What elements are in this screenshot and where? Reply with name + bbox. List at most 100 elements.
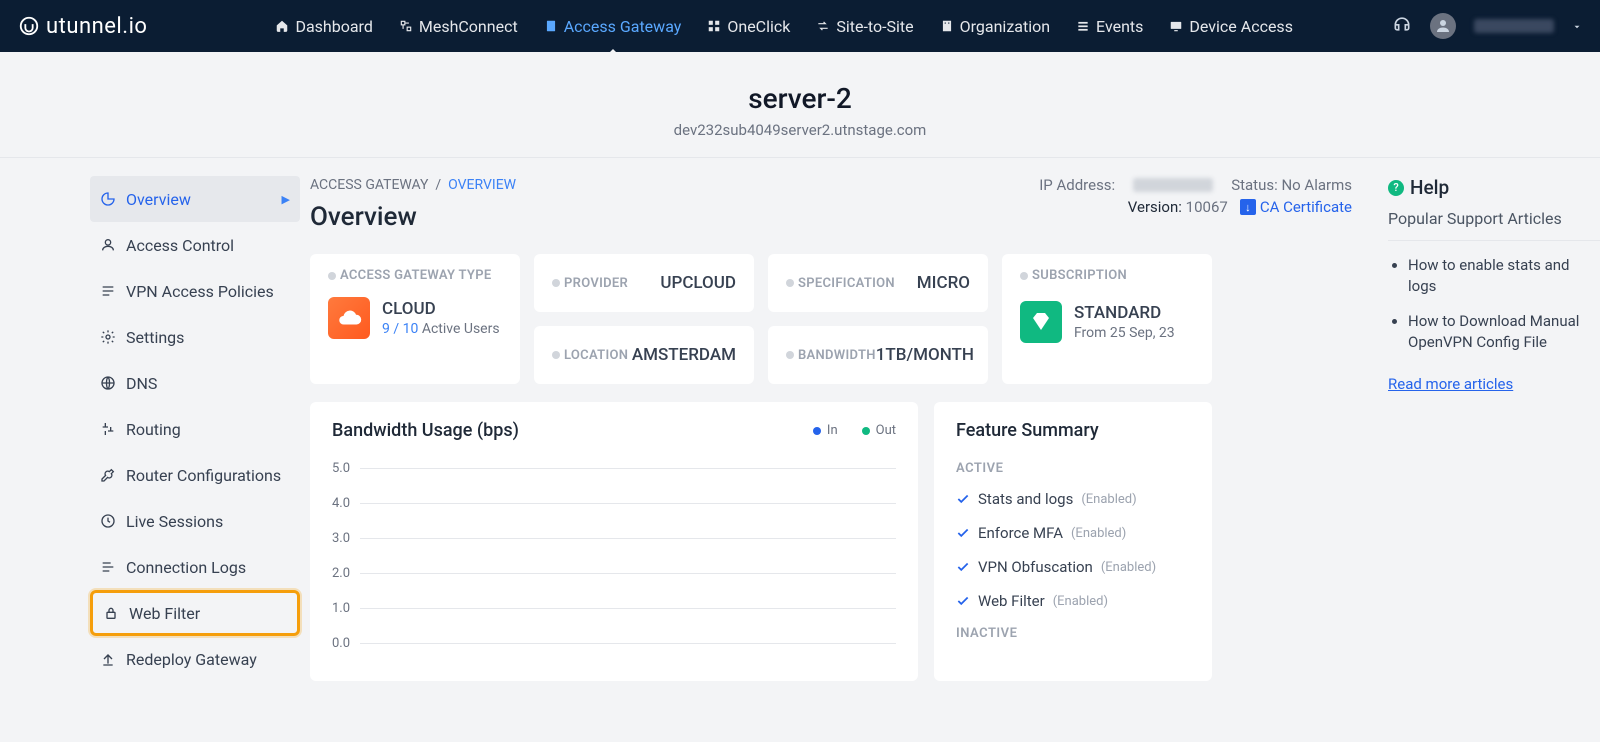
caret-right-icon: ▶ xyxy=(282,193,290,206)
bandwidth-value: 1TB/MONTH xyxy=(876,345,974,365)
feature-item-mfa: Enforce MFA (Enabled) xyxy=(956,524,1190,542)
ip-label: IP Address: xyxy=(1039,176,1115,194)
sidebar-item-live-sessions[interactable]: Live Sessions xyxy=(90,498,300,544)
status-right: IP Address: Status: No Alarms xyxy=(1039,176,1352,194)
gear-icon xyxy=(100,329,116,345)
breadcrumb-root[interactable]: ACCESS GATEWAY xyxy=(310,177,428,193)
nav-site-to-site[interactable]: Site-to-Site xyxy=(816,17,913,36)
version-label: Version: xyxy=(1128,198,1182,216)
feature-item-obfuscation: VPN Obfuscation (Enabled) xyxy=(956,558,1190,576)
nav-meshconnect[interactable]: MeshConnect xyxy=(399,17,518,36)
cards-mid-1: PROVIDERUPCLOUD LOCATIONAMSTERDAM xyxy=(534,254,754,384)
status-label: Status: xyxy=(1231,176,1278,194)
feature-summary: Feature Summary ACTIVE Stats and logs (E… xyxy=(934,402,1212,681)
sidebar-label: Redeploy Gateway xyxy=(126,650,257,669)
sidebar-label: Live Sessions xyxy=(126,512,223,531)
nav-organization-label: Organization xyxy=(960,17,1050,36)
cloud-icon xyxy=(328,297,370,339)
subscription-value: STANDARD xyxy=(1074,303,1175,323)
location-value: AMSTERDAM xyxy=(632,345,736,365)
nav-organization[interactable]: Organization xyxy=(940,17,1050,36)
policy-icon xyxy=(100,283,116,299)
pie-icon xyxy=(100,191,116,207)
help-icon: ? xyxy=(1388,180,1404,196)
sidebar-label: Connection Logs xyxy=(126,558,246,577)
help-article[interactable]: How to enable stats and logs xyxy=(1408,255,1600,297)
server-hostname: dev232sub4049server2.utnstage.com xyxy=(0,121,1600,139)
home-icon xyxy=(275,19,289,33)
card-gateway-type: ACCESS GATEWAY TYPE CLOUD 9 / 10 Active … xyxy=(310,254,520,384)
nav-dashboard[interactable]: Dashboard xyxy=(275,17,372,36)
nav-device-access[interactable]: Device Access xyxy=(1169,17,1293,36)
check-icon xyxy=(956,526,970,540)
sidebar-item-overview[interactable]: Overview ▶ xyxy=(90,176,300,222)
help-article[interactable]: How to Download Manual OpenVPN Config Fi… xyxy=(1408,311,1600,353)
card-label: SUBSCRIPTION xyxy=(1032,268,1127,283)
sidebar-item-access-control[interactable]: Access Control xyxy=(90,222,300,268)
help-read-more[interactable]: Read more articles xyxy=(1388,375,1513,393)
ip-value xyxy=(1133,178,1213,192)
card-provider: PROVIDERUPCLOUD xyxy=(534,254,754,312)
status-value: No Alarms xyxy=(1281,176,1352,194)
brand-logo[interactable]: utunnel.io xyxy=(18,14,147,39)
top-nav: utunnel.io Dashboard MeshConnect Access … xyxy=(0,0,1600,52)
page-heading: Overview xyxy=(310,202,417,232)
server-title: server-2 xyxy=(0,82,1600,115)
version-value: 10067 xyxy=(1186,198,1228,216)
brand-text: utunnel.io xyxy=(46,14,147,39)
logs-icon xyxy=(100,559,116,575)
chart-title: Bandwidth Usage (bps) xyxy=(332,420,519,441)
subscription-date: From 25 Sep, 23 xyxy=(1074,325,1175,341)
sidebar-item-router-config[interactable]: Router Configurations xyxy=(90,452,300,498)
help-panel: ?Help Popular Support Articles How to en… xyxy=(1370,176,1600,682)
sidebar-item-connection-logs[interactable]: Connection Logs xyxy=(90,544,300,590)
sidebar-item-routing[interactable]: Routing xyxy=(90,406,300,452)
main-content: ACCESS GATEWAY / OVERVIEW IP Address: St… xyxy=(300,176,1370,682)
nav-dashboard-label: Dashboard xyxy=(295,17,372,36)
info-cards: ACCESS GATEWAY TYPE CLOUD 9 / 10 Active … xyxy=(310,254,1352,384)
sidebar-item-settings[interactable]: Settings xyxy=(90,314,300,360)
sidebar-label: Access Control xyxy=(126,236,234,255)
y-tick: 1.0 xyxy=(332,601,350,616)
user-name xyxy=(1474,19,1554,33)
legend-in: In xyxy=(813,423,838,438)
monitor-icon xyxy=(1169,19,1183,33)
help-title: ?Help xyxy=(1388,176,1600,199)
ca-certificate-link[interactable]: ↓CA Certificate xyxy=(1240,198,1352,216)
sidebar-item-redeploy[interactable]: Redeploy Gateway xyxy=(90,636,300,682)
nav-oneclick-label: OneClick xyxy=(727,17,790,36)
logo-icon xyxy=(18,15,40,37)
card-label: ACCESS GATEWAY TYPE xyxy=(340,268,491,283)
pin-icon xyxy=(328,272,336,280)
nav-oneclick[interactable]: OneClick xyxy=(707,17,790,36)
swap-icon xyxy=(816,19,830,33)
topnav-right xyxy=(1392,13,1582,39)
card-subscription: SUBSCRIPTION STANDARD From 25 Sep, 23 xyxy=(1002,254,1212,384)
chart-body: 5.0 4.0 3.0 2.0 1.0 0.0 xyxy=(332,461,896,651)
nav-access-gateway[interactable]: Access Gateway xyxy=(544,17,682,36)
nav-site-to-site-label: Site-to-Site xyxy=(836,17,913,36)
card-label: SPECIFICATION xyxy=(798,276,895,291)
y-tick: 5.0 xyxy=(332,461,350,476)
bandwidth-chart: Bandwidth Usage (bps) In Out 5.0 4.0 3.0… xyxy=(310,402,918,681)
check-icon xyxy=(956,560,970,574)
help-subtitle: Popular Support Articles xyxy=(1388,209,1600,241)
chevron-down-icon[interactable] xyxy=(1572,17,1582,36)
route-icon xyxy=(100,421,116,437)
user-avatar[interactable] xyxy=(1430,13,1456,39)
headset-icon[interactable] xyxy=(1392,14,1412,38)
y-tick: 4.0 xyxy=(332,496,350,511)
feature-active-label: ACTIVE xyxy=(956,461,1190,476)
sidebar-label: DNS xyxy=(126,374,157,393)
active-users: 9 / 10 Active Users xyxy=(382,321,500,337)
check-icon xyxy=(956,594,970,608)
feature-item-webfilter: Web Filter (Enabled) xyxy=(956,592,1190,610)
diamond-icon xyxy=(1020,301,1062,343)
nav-access-gateway-label: Access Gateway xyxy=(564,17,682,36)
sidebar-item-vpn-policies[interactable]: VPN Access Policies xyxy=(90,268,300,314)
nav-events[interactable]: Events xyxy=(1076,17,1143,36)
clock-icon xyxy=(100,513,116,529)
sidebar-item-web-filter[interactable]: Web Filter xyxy=(90,590,300,636)
sidebar-label: Web Filter xyxy=(129,604,200,623)
sidebar-item-dns[interactable]: DNS xyxy=(90,360,300,406)
